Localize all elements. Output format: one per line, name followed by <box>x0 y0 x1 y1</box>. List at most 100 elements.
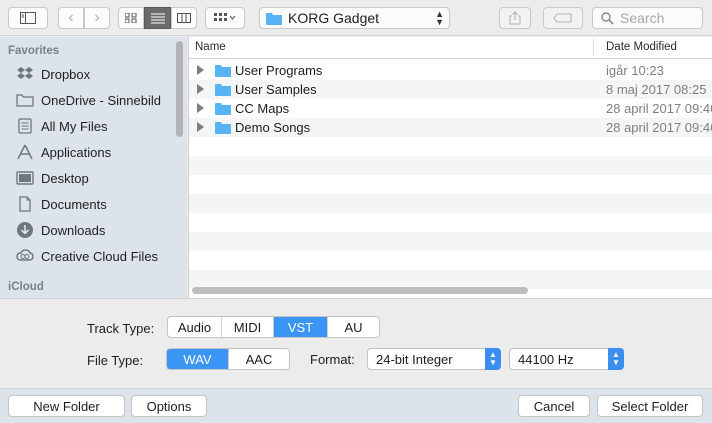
dropbox-icon <box>15 65 35 83</box>
empty-row <box>189 194 712 213</box>
file-name: User Programs <box>235 63 323 78</box>
documents-icon <box>15 195 35 213</box>
share-icon <box>509 11 521 25</box>
empty-row <box>189 251 712 270</box>
creative-cloud-icon <box>15 247 35 265</box>
list-view-button[interactable] <box>144 7 171 29</box>
updown-arrows-icon: ▲ ▼ <box>485 348 501 370</box>
sidebar-item-downloads[interactable]: Downloads <box>15 218 175 242</box>
applications-icon <box>15 143 35 161</box>
sidebar-item-desktop[interactable]: Desktop <box>15 166 175 190</box>
disclosure-triangle-icon[interactable] <box>197 65 204 75</box>
file-date: 28 april 2017 09:46 <box>606 120 712 135</box>
icon-view-button[interactable] <box>118 7 144 29</box>
file-name: User Samples <box>235 82 317 97</box>
search-placeholder: Search <box>620 10 665 26</box>
file-list: Name Date Modified User Programs igår 10… <box>188 37 712 298</box>
forward-button[interactable]: › <box>84 7 110 29</box>
track-type-au[interactable]: AU <box>328 317 379 337</box>
sidebar-item-applications[interactable]: Applications <box>15 140 175 164</box>
icloud-header: iCloud <box>8 281 44 293</box>
folder-icon <box>215 84 231 96</box>
disclosure-triangle-icon[interactable] <box>197 122 204 132</box>
empty-row <box>189 156 712 175</box>
table-row[interactable]: User Samples 8 maj 2017 08:25 <box>189 80 712 99</box>
file-name: CC Maps <box>235 101 290 116</box>
sample-rate-value: 44100 Hz <box>518 351 574 367</box>
tag-icon <box>553 13 572 23</box>
column-view-button[interactable] <box>171 7 197 29</box>
location-label: KORG Gadget <box>288 10 380 26</box>
file-type-aac[interactable]: AAC <box>229 349 289 369</box>
sidebar-item-creative-cloud[interactable]: Creative Cloud Files <box>15 244 175 268</box>
empty-row <box>189 213 712 232</box>
search-field[interactable]: Search <box>592 7 703 29</box>
file-type-wav[interactable]: WAV <box>167 349 229 369</box>
sidebar-item-label: Desktop <box>41 170 89 186</box>
sidebar: Favorites Dropbox OneDrive - Sinnebild A… <box>0 37 187 298</box>
empty-row <box>189 232 712 251</box>
track-type-vst[interactable]: VST <box>274 317 328 337</box>
empty-row <box>189 137 712 156</box>
track-type-audio[interactable]: Audio <box>168 317 222 337</box>
folder-icon <box>15 91 35 109</box>
arrange-icon <box>214 13 236 21</box>
sidebar-item-label: Applications <box>41 144 112 160</box>
sidebar-item-label: Dropbox <box>41 66 91 82</box>
column-header-name[interactable]: Name <box>195 41 226 53</box>
new-folder-button[interactable]: New Folder <box>8 395 125 417</box>
select-folder-button[interactable]: Select Folder <box>597 395 703 417</box>
toolbar: ‹ › KORG Gadget ▲ ▼ Search <box>0 0 712 36</box>
track-type-label: Track Type: <box>87 321 155 336</box>
sidebar-item-dropbox[interactable]: Dropbox <box>15 62 175 86</box>
tag-button[interactable] <box>543 7 583 29</box>
column-separator <box>593 39 594 56</box>
search-icon <box>601 11 614 25</box>
share-button[interactable] <box>499 7 531 29</box>
file-date: igår 10:23 <box>606 63 664 78</box>
sidebar-scrollbar[interactable] <box>176 41 183 137</box>
arrange-button[interactable] <box>205 7 245 29</box>
folder-icon <box>215 65 231 77</box>
icon-view-icon <box>125 13 137 23</box>
file-type-segmented: WAV AAC <box>166 348 290 370</box>
updown-arrows-icon: ▲ ▼ <box>435 9 444 27</box>
export-options: Track Type: Audio MIDI VST AU File Type:… <box>0 298 712 388</box>
format-popup[interactable]: 24-bit Integer ▲ ▼ <box>367 348 501 370</box>
bottom-bar: New Folder Options Cancel Select Folder <box>0 388 712 423</box>
folder-icon <box>215 103 231 115</box>
all-files-icon <box>15 117 35 135</box>
sidebar-item-label: Downloads <box>41 222 106 238</box>
favorites-header: Favorites <box>8 45 60 57</box>
table-row[interactable]: Demo Songs 28 april 2017 09:46 <box>189 118 712 137</box>
track-type-segmented: Audio MIDI VST AU <box>167 316 380 338</box>
sample-rate-popup[interactable]: 44100 Hz ▲ ▼ <box>509 348 624 370</box>
disclosure-triangle-icon[interactable] <box>197 103 204 113</box>
table-row[interactable]: User Programs igår 10:23 <box>189 61 712 80</box>
sidebar-icon <box>20 12 36 24</box>
list-view-icon <box>150 13 165 23</box>
track-type-midi[interactable]: MIDI <box>222 317 274 337</box>
cancel-button[interactable]: Cancel <box>518 395 590 417</box>
folder-icon <box>215 122 231 134</box>
desktop-icon <box>15 169 35 187</box>
horizontal-scrollbar[interactable] <box>192 287 528 294</box>
table-row[interactable]: CC Maps 28 april 2017 09:46 <box>189 99 712 118</box>
file-type-label: File Type: <box>87 353 144 368</box>
chevron-right-icon: › <box>94 9 100 26</box>
file-name: Demo Songs <box>235 120 311 135</box>
sidebar-item-all-my-files[interactable]: All My Files <box>15 114 175 138</box>
sidebar-item-label: OneDrive - Sinnebild <box>41 92 161 108</box>
sidebar-item-documents[interactable]: Documents <box>15 192 175 216</box>
sidebar-item-label: Creative Cloud Files <box>41 248 159 264</box>
disclosure-triangle-icon[interactable] <box>197 84 204 94</box>
downloads-icon <box>15 221 35 239</box>
options-button[interactable]: Options <box>131 395 207 417</box>
list-header: Name Date Modified <box>189 37 712 59</box>
location-popup[interactable]: KORG Gadget ▲ ▼ <box>259 7 450 29</box>
sidebar-item-onedrive[interactable]: OneDrive - Sinnebild <box>15 88 175 112</box>
sidebar-toggle-button[interactable] <box>8 7 48 29</box>
column-header-date[interactable]: Date Modified <box>606 41 677 53</box>
back-button[interactable]: ‹ <box>58 7 84 29</box>
folder-icon <box>266 12 282 25</box>
